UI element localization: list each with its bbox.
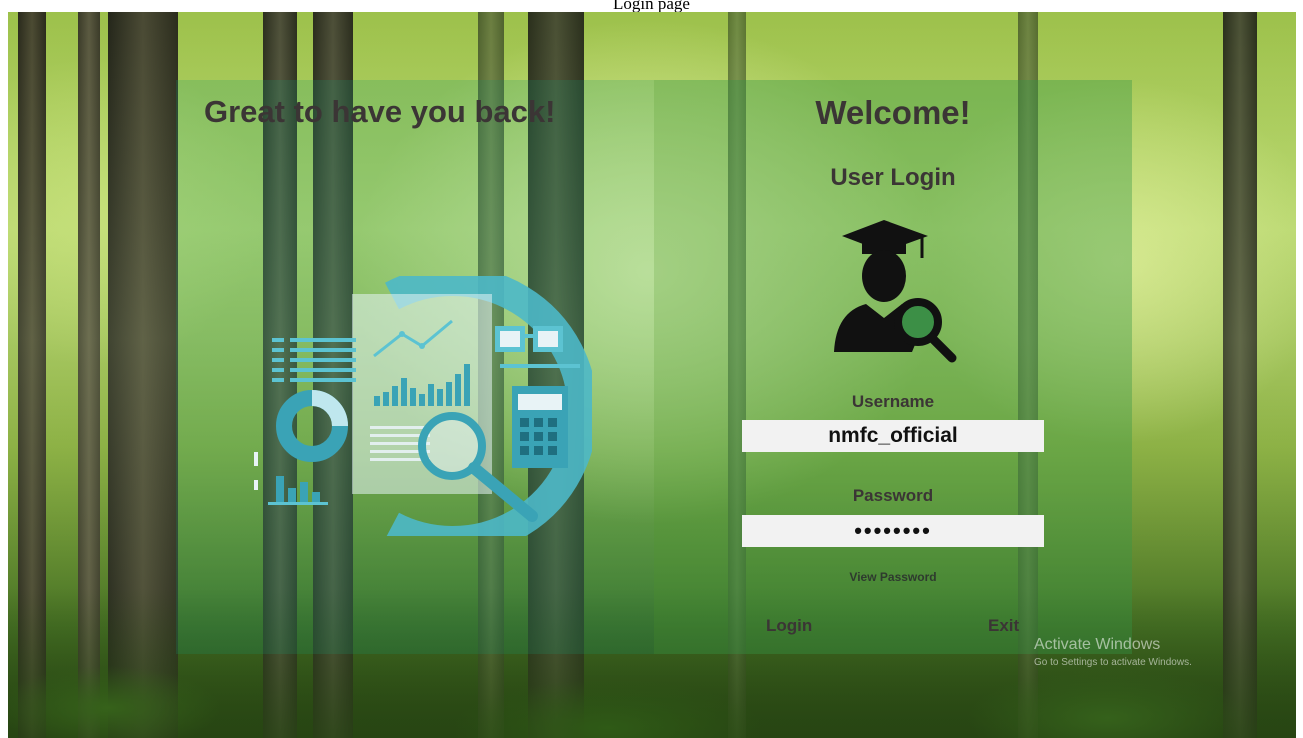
data-analysis-illustration (254, 276, 592, 536)
welcome-heading: Welcome! (815, 94, 971, 131)
watermark-line1: Activate Windows (1034, 636, 1161, 653)
left-panel: Great to have you back! (176, 80, 654, 654)
password-label: Password (852, 486, 934, 505)
watermark-line2: Go to Settings to activate Windows. (1034, 657, 1192, 668)
window-caption: Login page (613, 0, 690, 12)
activate-windows-watermark: Activate Windows Go to Settings to activ… (1034, 636, 1192, 668)
graduate-user-search-icon (834, 220, 957, 363)
login-panel: Welcome! User Login Username Password Vi… (654, 80, 1132, 654)
password-input[interactable] (742, 515, 1044, 547)
username-input[interactable] (742, 420, 1044, 452)
exit-button[interactable]: Exit (988, 616, 1019, 636)
user-login-heading: User Login (830, 164, 956, 191)
login-button[interactable]: Login (766, 616, 812, 636)
username-label: Username (851, 392, 935, 411)
left-panel-title: Great to have you back! (204, 94, 556, 129)
view-password-toggle[interactable]: View Password (654, 570, 1132, 584)
